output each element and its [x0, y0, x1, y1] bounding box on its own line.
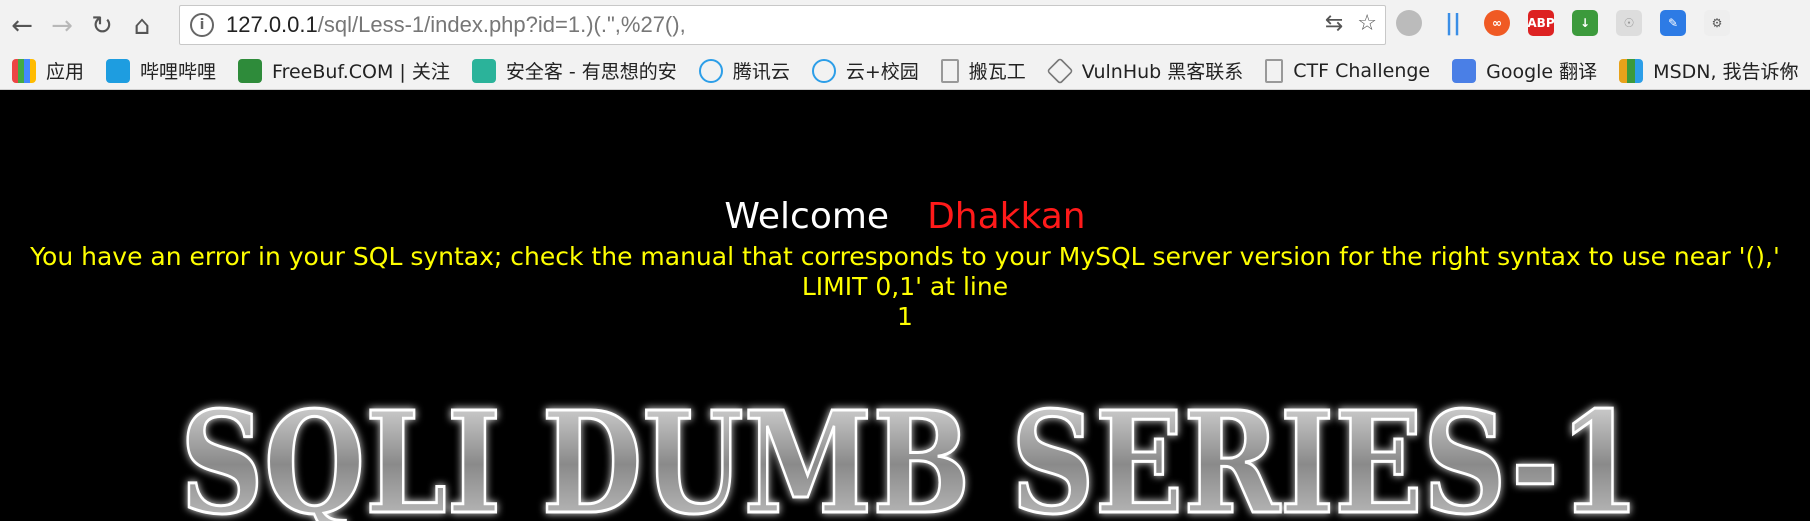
msdn-icon: [1619, 58, 1644, 83]
extension-pause-icon[interactable]: ||: [1440, 10, 1466, 36]
extension-infinity-icon[interactable]: ∞: [1484, 10, 1510, 36]
user-name: Dhakkan: [927, 196, 1086, 237]
page-content: Welcome Dhakkan You have an error in your…: [0, 90, 1810, 521]
address-bar[interactable]: i 127.0.0.1/sql/Less-1/index.php?id=1.)(…: [179, 5, 1386, 45]
cloud-icon: [811, 58, 836, 83]
bookmark-label: Google 翻译: [1486, 61, 1598, 83]
bookmark-cloud-campus[interactable]: 云+校园: [811, 57, 919, 84]
extensions: || ∞ ABP ↓ ☉ ✎ ⚙: [1396, 10, 1730, 36]
bookmark-freebuf[interactable]: FreeBuf.COM | 关注: [238, 57, 450, 84]
url-text[interactable]: 127.0.0.1/sql/Less-1/index.php?id=1.)(."…: [226, 12, 686, 38]
url-host: 127.0.0.1: [226, 12, 318, 37]
bookmark-vulnhub[interactable]: VulnHub 黑客联系: [1046, 56, 1244, 85]
bookmark-anquanke[interactable]: 安全客 - 有思想的安: [471, 57, 677, 84]
apps-grid-icon: [12, 58, 36, 83]
welcome-text: Welcome: [724, 196, 890, 237]
bookmark-label: VulnHub 黑客联系: [1081, 61, 1244, 83]
google-translate-icon: [1452, 58, 1477, 83]
bookmark-apps[interactable]: 应用: [12, 57, 84, 84]
page-icon: [940, 58, 959, 83]
home-icon[interactable]: ⌂: [124, 8, 160, 44]
page-icon: [1265, 58, 1284, 83]
bookmark-label: FreeBuf.COM | 关注: [272, 61, 450, 83]
vulnhub-icon: [1046, 56, 1074, 85]
reload-icon[interactable]: ↻: [84, 8, 120, 44]
url-path: /sql/Less-1/index.php?id=1.)(.",%27(),: [317, 12, 686, 37]
banner-text: SQLI DUMB SERIES-1: [180, 390, 1640, 521]
error-line-2: 1: [897, 302, 913, 331]
browser-toolbar: ← → ↻ ⌂ i 127.0.0.1/sql/Less-1/index.php…: [0, 0, 1810, 52]
bookmark-label: MSDN, 我告诉你: [1653, 61, 1799, 83]
bookmark-bilibili[interactable]: 哔哩哔哩: [106, 57, 216, 84]
extension-download-icon[interactable]: ↓: [1572, 10, 1598, 36]
translate-icon[interactable]: ⇆: [1325, 11, 1343, 36]
bilibili-icon: [106, 58, 131, 83]
bookmark-label: CTF Challenge: [1293, 59, 1431, 82]
extension-edit-icon[interactable]: ✎: [1660, 10, 1686, 36]
banner-logo: SQLI DUMB SERIES-1: [179, 390, 1642, 521]
welcome-line: Welcome Dhakkan: [0, 196, 1810, 237]
anquanke-icon: [471, 58, 496, 83]
forward-arrow-icon[interactable]: →: [44, 8, 80, 44]
bookmark-tencent-cloud[interactable]: 腾讯云: [698, 57, 790, 84]
extension-shield-icon[interactable]: ☉: [1616, 10, 1642, 36]
bookmark-msdn[interactable]: MSDN, 我告诉你: [1619, 57, 1799, 84]
bookmark-label: 哔哩哔哩: [140, 61, 217, 83]
bookmark-label: 应用: [46, 61, 85, 83]
extension-circle-icon[interactable]: [1396, 10, 1422, 36]
error-line-1: You have an error in your SQL syntax; ch…: [30, 242, 1780, 301]
freebuf-icon: [238, 58, 263, 83]
more-icon[interactable]: »: [1781, 58, 1794, 83]
cloud-icon: [698, 58, 723, 83]
back-arrow-icon[interactable]: ←: [4, 8, 40, 44]
bookmark-google-translate[interactable]: Google 翻译: [1452, 57, 1597, 84]
bookmark-bandwagon[interactable]: 搬瓦工: [940, 57, 1026, 84]
bookmark-label: 安全客 - 有思想的安: [505, 61, 677, 83]
star-icon[interactable]: ☆: [1357, 11, 1377, 36]
info-icon[interactable]: i: [190, 13, 214, 37]
bookmark-label: 搬瓦工: [968, 61, 1026, 83]
adblock-icon[interactable]: ABP: [1527, 10, 1555, 36]
bookmark-label: 腾讯云: [732, 61, 790, 83]
bookmark-ctf[interactable]: CTF Challenge: [1265, 58, 1431, 83]
sql-error-message: You have an error in your SQL syntax; ch…: [10, 242, 1800, 332]
bookmarks-bar: 应用 哔哩哔哩 FreeBuf.COM | 关注 安全客 - 有思想的安 腾讯云…: [0, 52, 1810, 90]
extension-misc-icon[interactable]: ⚙: [1704, 10, 1730, 36]
bookmark-label: 云+校园: [845, 61, 919, 83]
